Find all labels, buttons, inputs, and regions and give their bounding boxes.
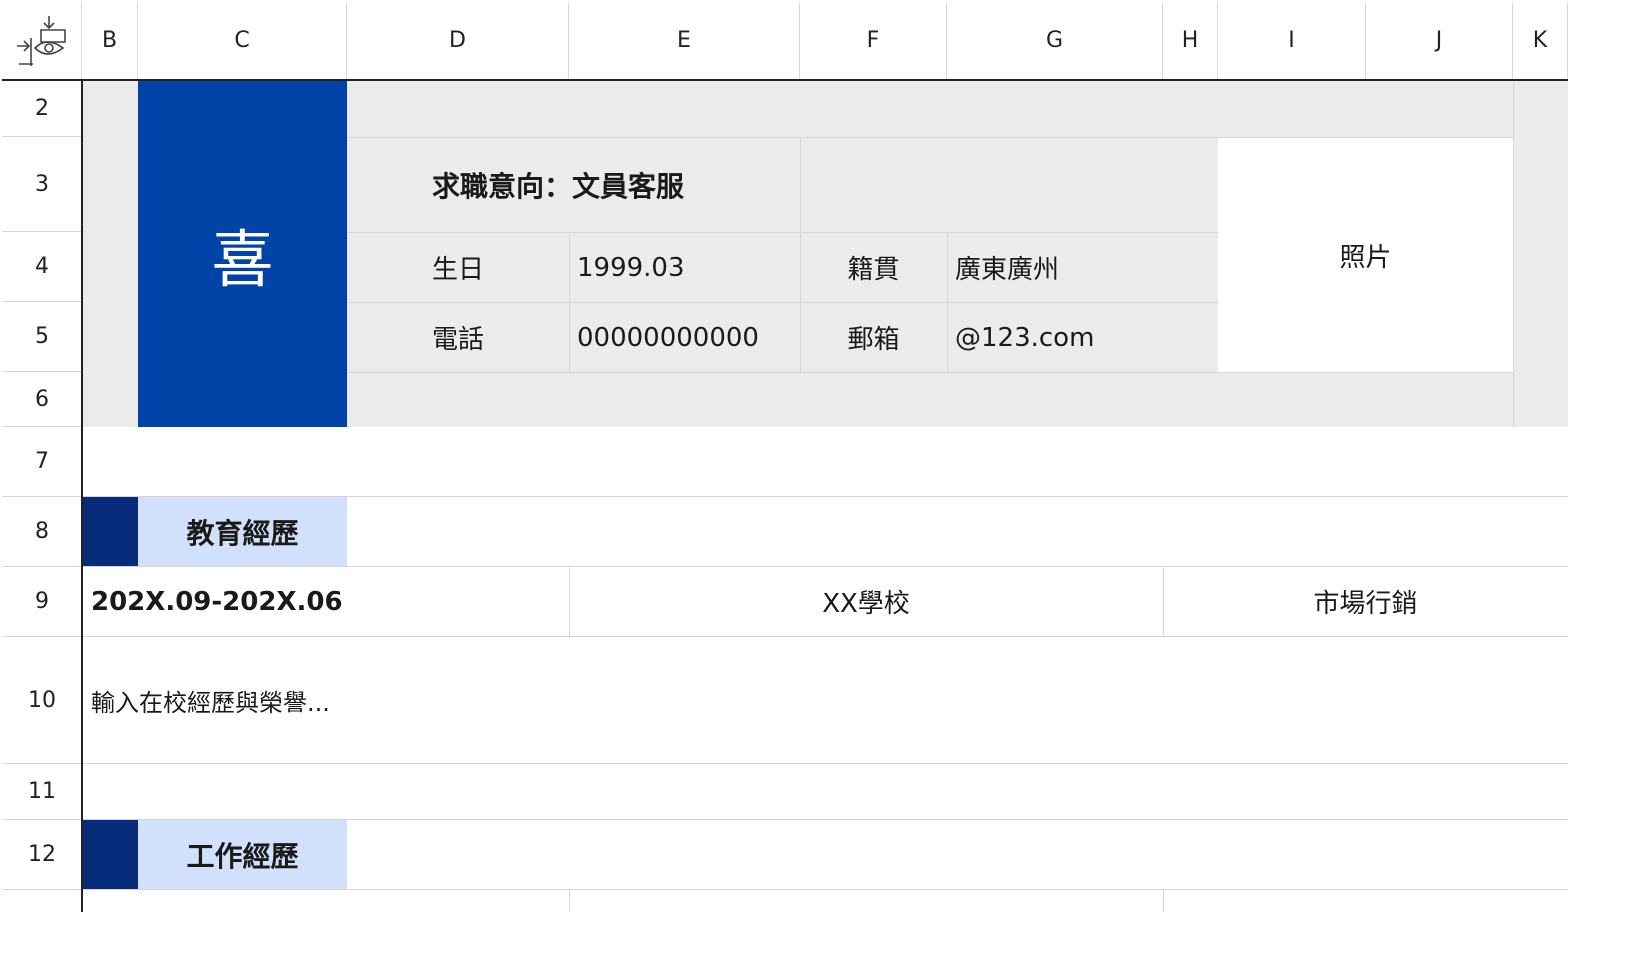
column-header-i[interactable]: I [1218, 2, 1366, 80]
row-header-9[interactable]: 9 [2, 567, 82, 637]
freeze-panes-eye-icon[interactable] [13, 12, 71, 70]
birthday-value-cell[interactable]: 1999.03 [577, 233, 800, 302]
column-header-h[interactable]: H [1163, 2, 1218, 80]
gridline [1163, 890, 1164, 912]
birthday-label-cell[interactable]: 生日 [432, 233, 569, 302]
education-period-cell[interactable]: 202X.09-202X.06 [91, 567, 569, 636]
column-header-c[interactable]: C [138, 2, 347, 80]
row-header-6[interactable]: 6 [2, 372, 82, 427]
phone-value-cell[interactable]: 00000000000 [577, 303, 800, 372]
row-header-3[interactable]: 3 [2, 137, 82, 232]
column-header-d[interactable]: D [347, 2, 569, 80]
row-header-8[interactable]: 8 [2, 497, 82, 567]
work-section-title[interactable]: 工作經歷 [138, 820, 347, 889]
job-intent-cell[interactable]: 求職意向：文員客服 [432, 138, 800, 232]
row-header-5[interactable]: 5 [2, 302, 82, 372]
column-header-j[interactable]: J [1366, 2, 1513, 80]
email-value-cell[interactable]: @123.com [955, 303, 1163, 372]
gridline [83, 763, 1568, 764]
photo-cell[interactable]: 照片 [1218, 138, 1513, 372]
gridline [569, 890, 570, 912]
work-section-marker[interactable] [83, 820, 138, 889]
column-header-b[interactable]: B [82, 2, 138, 80]
education-major-cell[interactable]: 市場行銷 [1163, 567, 1568, 636]
origin-label-cell[interactable]: 籍貫 [800, 233, 947, 302]
gridline [1513, 81, 1514, 427]
row-header-4[interactable]: 4 [2, 232, 82, 302]
select-all-corner[interactable] [2, 2, 82, 80]
gridline [83, 889, 1568, 890]
phone-label-cell[interactable]: 電話 [432, 303, 569, 372]
origin-value-cell[interactable]: 廣東廣州 [955, 233, 1163, 302]
gridline [947, 232, 948, 372]
row-header-12[interactable]: 12 [2, 820, 82, 890]
column-header-f[interactable]: F [800, 2, 947, 80]
row-header-2[interactable]: 2 [2, 80, 82, 137]
column-header-e[interactable]: E [569, 2, 800, 80]
row-header-7[interactable]: 7 [2, 427, 82, 497]
row-header-11[interactable]: 11 [2, 764, 82, 820]
education-section-marker[interactable] [83, 497, 138, 566]
column-header-k[interactable]: K [1513, 2, 1568, 80]
education-section-title[interactable]: 教育經歷 [138, 497, 347, 566]
gridline [569, 232, 570, 372]
spreadsheet: B C D E F G H I J K 2 3 4 5 6 7 8 9 10 1… [2, 2, 1638, 950]
education-school-cell[interactable]: XX學校 [569, 567, 1163, 636]
name-char: 喜 [211, 223, 274, 296]
gridline [347, 372, 1513, 373]
name-block[interactable]: 喜 [138, 81, 347, 427]
column-header-g[interactable]: G [947, 2, 1163, 80]
email-label-cell[interactable]: 郵箱 [800, 303, 947, 372]
education-detail-cell[interactable]: 輸入在校經歷與榮譽... [91, 637, 1568, 763]
row-header-10[interactable]: 10 [2, 637, 82, 764]
